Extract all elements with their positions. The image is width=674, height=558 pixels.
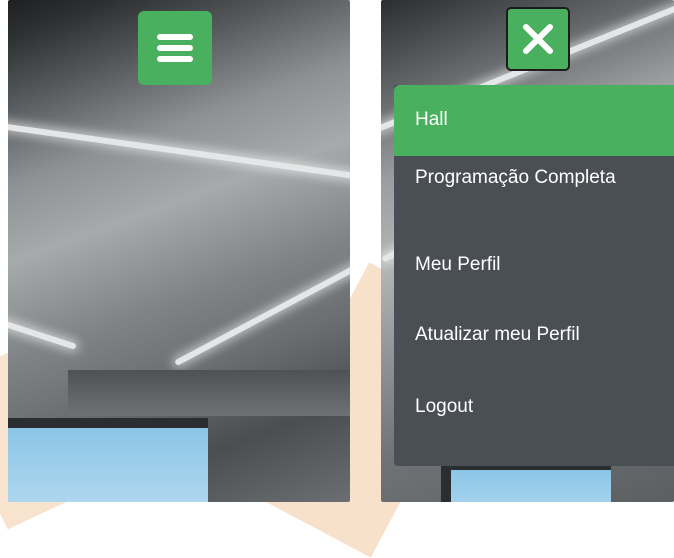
hamburger-line	[157, 45, 193, 51]
ceiling-light-beam	[8, 118, 350, 184]
close-menu-button[interactable]	[506, 7, 570, 71]
menu-item-logout[interactable]: Logout	[394, 384, 674, 466]
menu-item-programacao-completa[interactable]: Programação Completa	[394, 156, 674, 244]
hamburger-menu-icon	[157, 34, 193, 40]
hamburger-line	[157, 56, 193, 62]
hall-window	[441, 460, 611, 502]
close-icon	[523, 24, 553, 54]
ceiling-light-beam	[174, 219, 350, 367]
ceiling-light-beam	[8, 316, 77, 350]
menu-item-hall[interactable]: Hall	[394, 85, 674, 156]
hall-window	[8, 418, 208, 502]
navigation-menu: Hall Programação Completa Meu Perfil Atu…	[394, 85, 674, 466]
menu-item-meu-perfil[interactable]: Meu Perfil	[394, 244, 674, 314]
menu-toggle-button[interactable]	[138, 11, 212, 85]
ceiling-edge	[68, 370, 350, 416]
menu-item-atualizar-perfil[interactable]: Atualizar meu Perfil	[394, 314, 674, 384]
